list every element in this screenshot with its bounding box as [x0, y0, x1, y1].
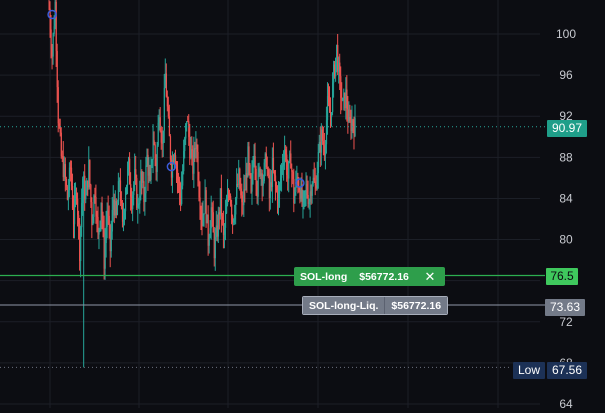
- candle-body: [108, 215, 110, 226]
- candle-body: [55, 1, 57, 52]
- long-price-tag: 76.5: [546, 268, 578, 285]
- candle-body: [126, 185, 128, 194]
- candle-body: [57, 87, 59, 124]
- candle-body: [88, 160, 90, 188]
- price-axis-label-64: 64: [559, 397, 573, 408]
- candle-body: [109, 225, 111, 252]
- candle-body: [64, 164, 67, 179]
- candle-body: [75, 192, 77, 199]
- candle-body: [100, 202, 102, 222]
- candle-body: [145, 165, 147, 194]
- candle-body: [79, 223, 81, 261]
- candle-body: [220, 188, 223, 217]
- price-axis-label-72: 72: [559, 315, 573, 329]
- sol-long-value: $56772.16: [359, 270, 409, 283]
- candle-body: [95, 197, 97, 217]
- candle-body: [113, 199, 115, 216]
- current-price-value: 90.97: [551, 121, 583, 135]
- candle-body: [118, 180, 121, 182]
- low-label-tag: Low: [513, 362, 545, 379]
- candle-body: [125, 193, 127, 212]
- sol-long-label: SOL-long: [300, 270, 348, 283]
- candle-body: [203, 213, 205, 215]
- candle-body: [122, 217, 125, 222]
- long-price-value: 76.5: [550, 269, 574, 283]
- price-axis-label-96: 96: [559, 68, 573, 82]
- candle-body: [272, 157, 275, 171]
- sol-long-liq-label: SOL-long-Liq.: [303, 297, 385, 314]
- candle-body: [354, 117, 356, 137]
- candle-body: [85, 194, 87, 200]
- candle-body: [248, 146, 250, 165]
- candle-body: [81, 202, 83, 228]
- liq-price-value: 73.63: [549, 300, 581, 314]
- candle-body: [69, 167, 72, 169]
- low-price-value: 67.56: [551, 363, 583, 377]
- sol-long-position[interactable]: SOL-long $56772.16 ✕: [294, 267, 445, 286]
- candle-body: [91, 202, 93, 226]
- candle-body: [77, 198, 79, 216]
- candle-body: [84, 175, 86, 200]
- price-axis-label-80: 80: [559, 233, 573, 247]
- candle-body: [104, 243, 106, 269]
- candle-body: [116, 204, 119, 215]
- candle-body: [106, 210, 108, 227]
- candle-body: [93, 195, 95, 217]
- candle-body: [317, 151, 319, 174]
- candle-body: [97, 217, 99, 235]
- price-axis-label-84: 84: [559, 191, 573, 205]
- low-label: Low: [517, 363, 540, 377]
- candle-body: [111, 209, 113, 232]
- price-axis-label-100: 100: [556, 27, 576, 41]
- candle-body: [120, 201, 123, 203]
- candle-body: [156, 145, 158, 172]
- candle-body: [52, 33, 54, 57]
- price-axis-label-88: 88: [559, 150, 573, 164]
- candle-body: [102, 220, 104, 231]
- candle-body: [224, 213, 227, 228]
- candle-body: [208, 237, 210, 246]
- sol-long-liq-position[interactable]: SOL-long-Liq. $56772.16: [302, 296, 449, 315]
- close-icon[interactable]: ✕: [415, 267, 445, 286]
- candle-body: [168, 116, 171, 137]
- candle-body: [65, 178, 68, 187]
- price-axis: 100969288848076726864: [556, 27, 576, 411]
- candle-body: [86, 180, 88, 195]
- candle-body: [288, 161, 290, 179]
- sol-long-liq-value: $56772.16: [384, 297, 448, 314]
- candle-body: [231, 204, 233, 217]
- low-price-tag: 67.56: [547, 362, 587, 379]
- liq-price-tag: 73.63: [545, 299, 585, 316]
- candle-body: [71, 185, 74, 208]
- candle-body: [163, 87, 165, 131]
- chart-canvas[interactable]: 100969288848076726864: [0, 0, 605, 411]
- price-chart[interactable]: 100969288848076726864 90.97 SOL-long $56…: [0, 0, 605, 411]
- candle-body: [67, 190, 70, 200]
- candle-body: [89, 160, 91, 185]
- current-price-tag: 90.97: [547, 120, 587, 137]
